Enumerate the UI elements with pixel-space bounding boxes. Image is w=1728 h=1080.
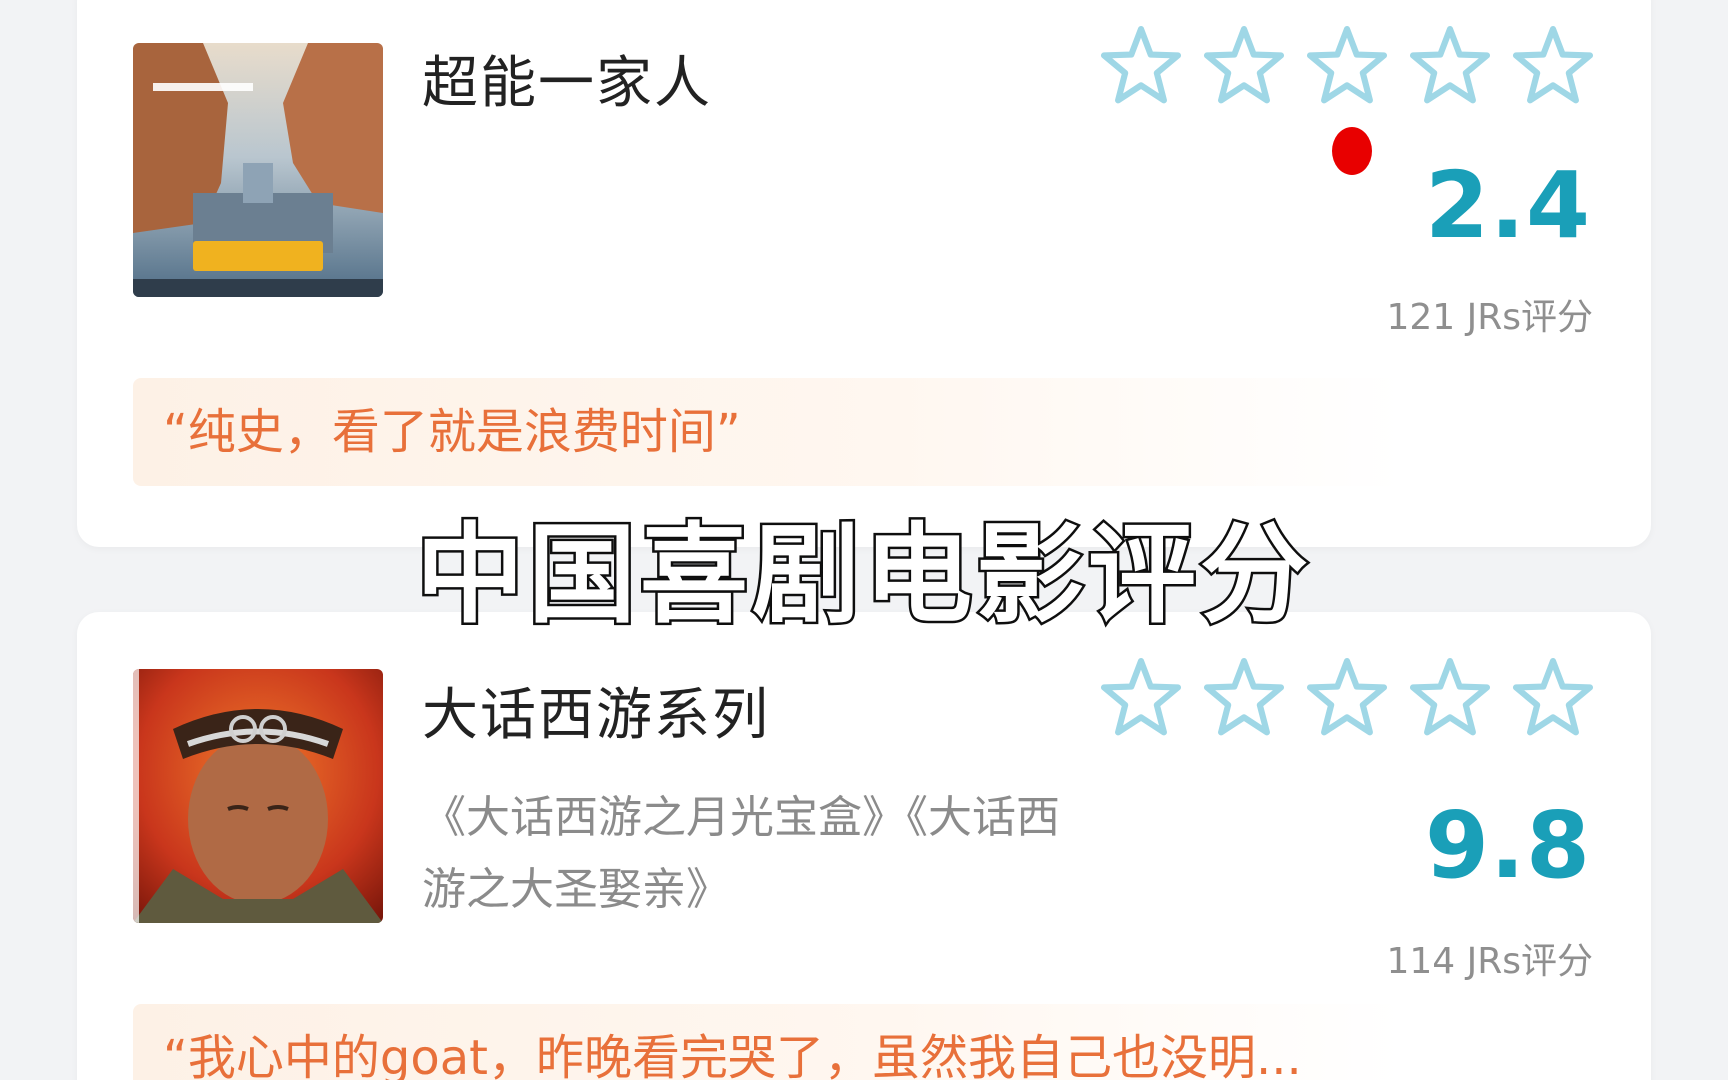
star-icon[interactable] (1097, 654, 1185, 742)
movie-score: 2.4 (1425, 152, 1591, 259)
star-icon[interactable] (1200, 22, 1288, 110)
star-rating[interactable] (1097, 22, 1597, 112)
star-icon[interactable] (1509, 654, 1597, 742)
movie-poster-icon (133, 43, 383, 297)
overlay-caption: 中国喜剧电影评分 (413, 511, 1312, 641)
top-comment[interactable]: “纯史，看了就是浪费时间” (133, 378, 1403, 486)
movie-poster[interactable] (133, 669, 383, 923)
star-icon[interactable] (1097, 22, 1185, 110)
movie-card[interactable]: 大话西游系列 《大话西游之月光宝盒》《大话西游之大圣娶亲》 9.8 114 JR… (77, 612, 1651, 1080)
movie-score: 9.8 (1425, 792, 1591, 899)
rating-count: 121 JRs评分 (1386, 297, 1593, 338)
page: 超能一家人 2.4 121 JRs评分 “纯史，看了就是浪费时间” 大话西游系列… (0, 0, 1728, 1080)
movie-subtitle: 《大话西游之月光宝盒》《大话西游之大圣娶亲》 (422, 792, 1060, 915)
movie-title[interactable]: 超能一家人 (422, 38, 712, 119)
star-icon[interactable] (1200, 654, 1288, 742)
star-icon[interactable] (1406, 654, 1494, 742)
rating-count: 114 JRs评分 (1386, 941, 1593, 982)
movie-poster-icon (133, 669, 383, 923)
movie-title[interactable]: 大话西游系列 (422, 670, 770, 751)
star-rating[interactable] (1097, 654, 1597, 744)
star-icon[interactable] (1406, 22, 1494, 110)
star-icon[interactable] (1303, 654, 1391, 742)
star-icon[interactable] (1509, 22, 1597, 110)
top-comment[interactable]: “我心中的goat，昨晚看完哭了，虽然我自己也没明... (133, 1004, 1403, 1080)
star-icon[interactable] (1303, 22, 1391, 110)
movie-card[interactable]: 超能一家人 2.4 121 JRs评分 “纯史，看了就是浪费时间” (77, 0, 1651, 547)
red-dot-marker (1332, 127, 1372, 175)
movie-poster[interactable] (133, 43, 383, 297)
